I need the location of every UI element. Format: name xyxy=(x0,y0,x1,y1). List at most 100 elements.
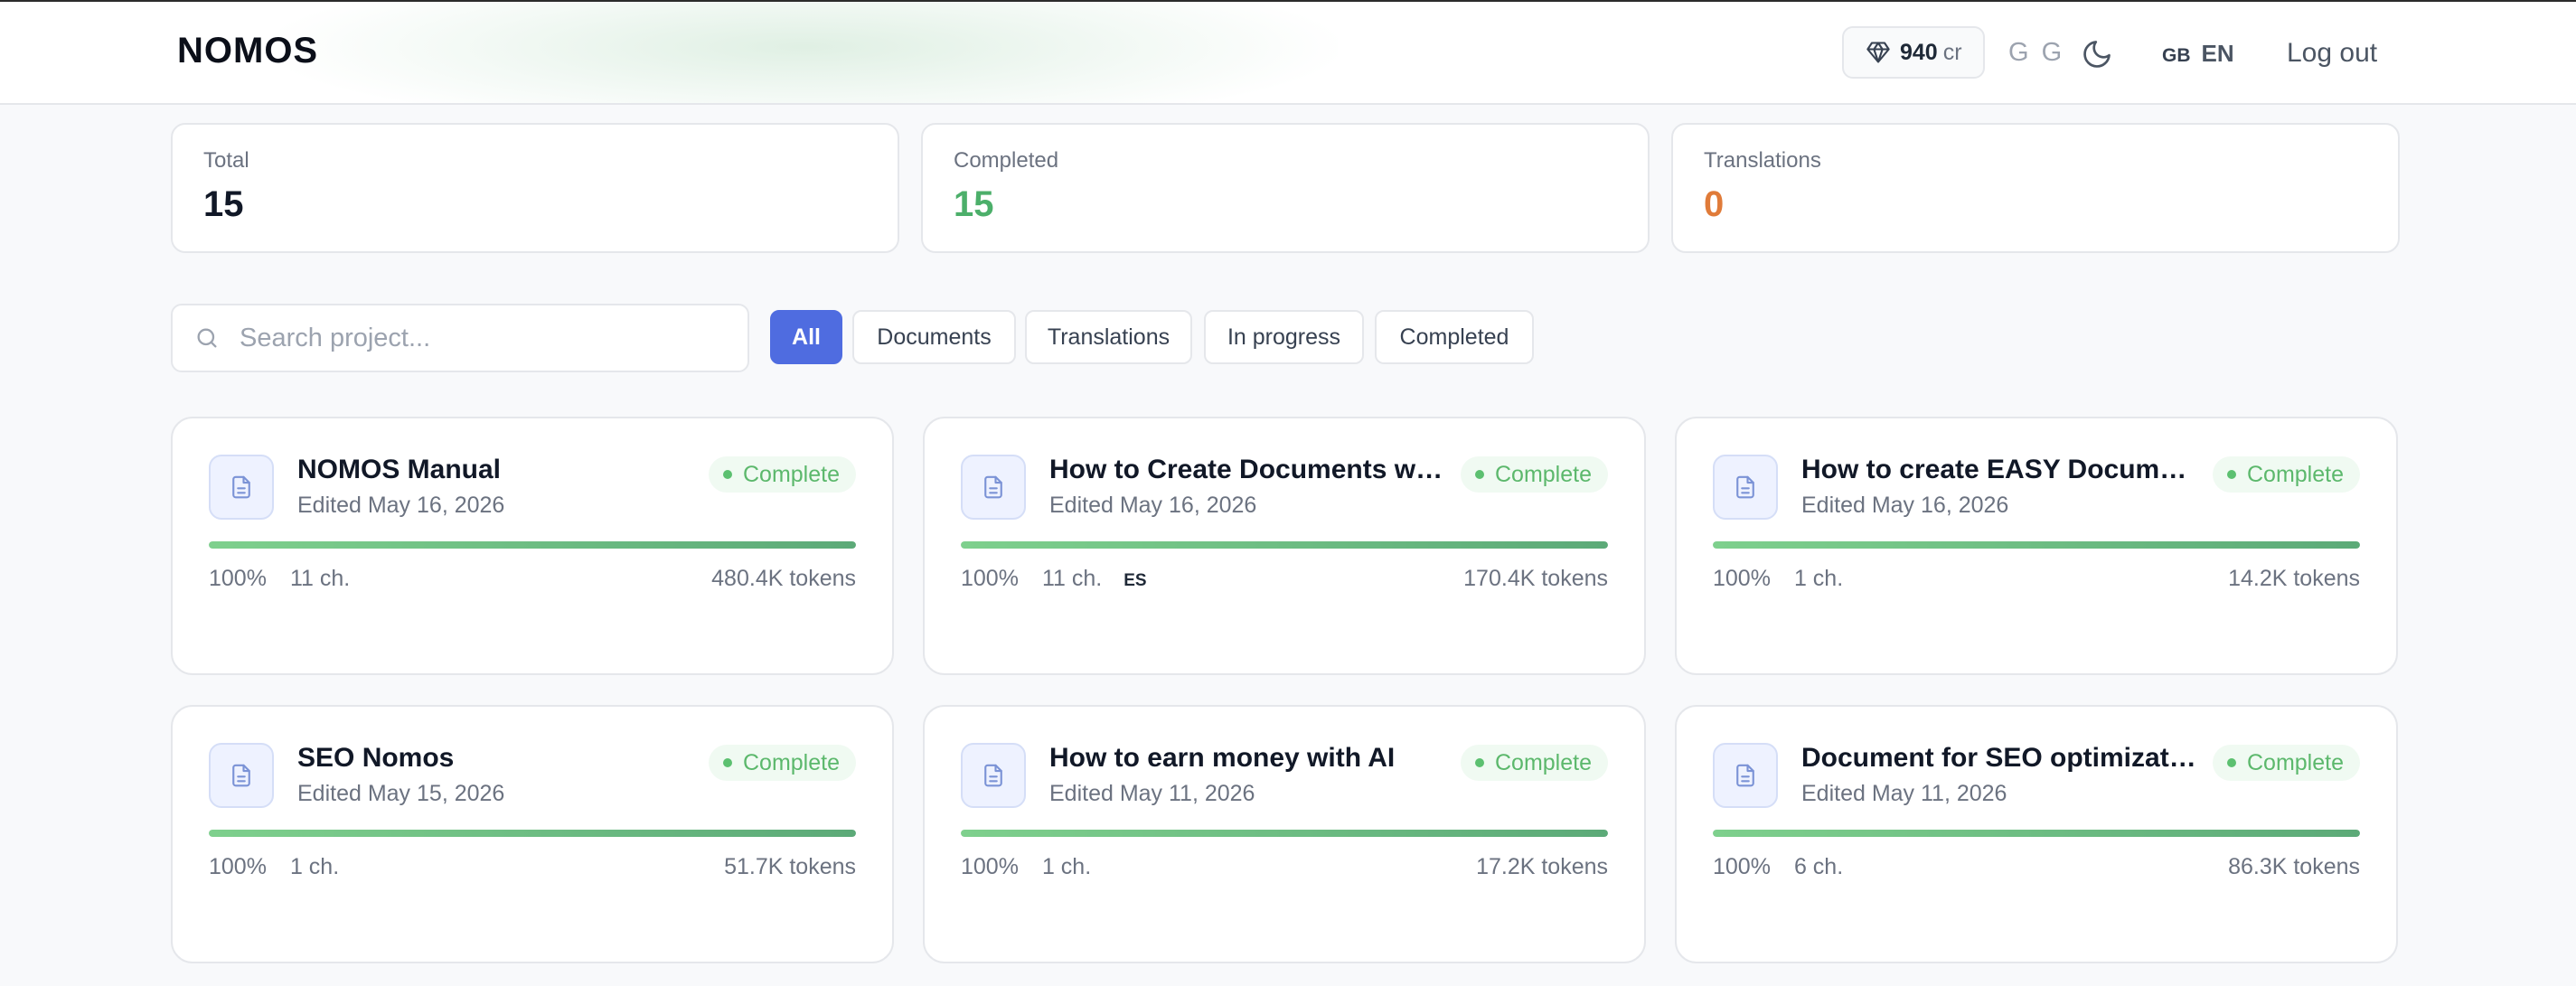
token-count: 86.3K tokens xyxy=(2228,854,2360,879)
progress-fill xyxy=(209,830,856,837)
progress-percent: 100% xyxy=(1713,566,1771,591)
token-count: 170.4K tokens xyxy=(1463,566,1608,591)
credits-value: 940 xyxy=(1900,39,1938,65)
filter-in-progress[interactable]: In progress xyxy=(1204,310,1364,364)
stat-label: Total xyxy=(203,148,249,173)
stat-card-translations: Translations 0 xyxy=(1671,123,2400,253)
project-title: How to create EASY Document... xyxy=(1801,455,2199,484)
token-count: 14.2K tokens xyxy=(2228,566,2360,591)
status-label: Complete xyxy=(2247,461,2344,487)
header-glow xyxy=(271,2,1338,103)
status-badge: Complete xyxy=(709,745,856,781)
document-icon xyxy=(961,455,1026,520)
status-label: Complete xyxy=(1495,749,1592,775)
flag-icon: GB xyxy=(2162,45,2191,66)
chapter-count: 1 ch. xyxy=(1041,854,1092,879)
status-label: Complete xyxy=(743,749,840,775)
project-edited-date: Edited May 16, 2026 xyxy=(1801,493,2009,518)
project-meta: 100% 1 ch. 51.7K tokens xyxy=(209,854,856,880)
search-box[interactable] xyxy=(171,304,749,372)
filter-documents[interactable]: Documents xyxy=(852,310,1016,364)
project-meta: 100% 1 ch. 14.2K tokens xyxy=(1713,566,2360,592)
search-icon xyxy=(197,328,217,348)
language-code: EN xyxy=(2201,40,2234,67)
project-edited-date: Edited May 16, 2026 xyxy=(1049,493,1257,518)
stat-value: 15 xyxy=(954,184,994,224)
status-label: Complete xyxy=(743,461,840,487)
status-badge: Complete xyxy=(709,456,856,493)
stat-card-total: Total 15 xyxy=(171,123,899,253)
stat-value: 15 xyxy=(203,184,244,224)
progress-percent: 100% xyxy=(961,854,1019,879)
project-meta: 100% 11 ch. ES 170.4K tokens xyxy=(961,566,1608,592)
status-dot xyxy=(2227,758,2236,767)
status-badge: Complete xyxy=(1461,456,1608,493)
project-edited-date: Edited May 15, 2026 xyxy=(297,781,505,806)
progress-bar xyxy=(961,541,1608,549)
top-header: NOMOS 940 cr G G GB EN Log out xyxy=(0,2,2576,105)
progress-fill xyxy=(209,541,856,549)
chapter-count: 11 ch. xyxy=(1041,566,1103,591)
project-title: How to Create Documents with... xyxy=(1049,455,1447,484)
filter-completed[interactable]: Completed xyxy=(1375,310,1534,364)
search-input[interactable] xyxy=(240,323,746,353)
chapter-count: 1 ch. xyxy=(289,854,340,879)
diamond-icon xyxy=(1866,42,1890,63)
stat-card-completed: Completed 15 xyxy=(921,123,1650,253)
app-logo[interactable]: NOMOS xyxy=(177,31,318,71)
credits-unit: cr xyxy=(1942,39,1962,65)
chapter-count: 1 ch. xyxy=(1793,566,1844,591)
progress-fill xyxy=(961,541,1608,549)
status-dot xyxy=(1475,470,1484,479)
document-icon xyxy=(1713,743,1778,808)
progress-bar xyxy=(961,830,1608,837)
token-count: 17.2K tokens xyxy=(1476,854,1608,879)
token-count: 51.7K tokens xyxy=(724,854,856,879)
status-dot xyxy=(723,758,732,767)
project-edited-date: Edited May 11, 2026 xyxy=(1801,781,2007,806)
project-card[interactable]: How to earn money with AI Edited May 11,… xyxy=(923,705,1646,963)
status-dot xyxy=(1475,758,1484,767)
stat-value: 0 xyxy=(1704,184,1725,224)
chapter-count: 11 ch. xyxy=(289,566,351,591)
document-icon xyxy=(209,455,274,520)
credits-badge[interactable]: 940 cr xyxy=(1842,26,1985,79)
logout-button[interactable]: Log out xyxy=(2287,38,2377,69)
project-edited-date: Edited May 16, 2026 xyxy=(297,493,505,518)
project-card[interactable]: Document for SEO optimization Edited May… xyxy=(1675,705,2398,963)
project-card[interactable]: How to Create Documents with... Edited M… xyxy=(923,417,1646,675)
moon-icon[interactable] xyxy=(2081,38,2113,70)
stat-label: Translations xyxy=(1704,148,1821,173)
project-card[interactable]: SEO Nomos Edited May 15, 2026 Complete 1… xyxy=(171,705,894,963)
progress-percent: 100% xyxy=(1713,854,1771,879)
user-initials[interactable]: G G xyxy=(2008,38,2064,68)
status-badge: Complete xyxy=(1461,745,1608,781)
progress-bar xyxy=(1713,830,2360,837)
stat-label: Completed xyxy=(954,148,1059,173)
status-label: Complete xyxy=(1495,461,1592,487)
status-dot xyxy=(723,470,732,479)
status-badge: Complete xyxy=(2213,456,2360,493)
project-meta: 100% 1 ch. 17.2K tokens xyxy=(961,854,1608,880)
document-icon xyxy=(961,743,1026,808)
progress-percent: 100% xyxy=(961,566,1019,591)
status-badge: Complete xyxy=(2213,745,2360,781)
language-tag: ES xyxy=(1123,571,1147,590)
progress-fill xyxy=(1713,541,2360,549)
status-dot xyxy=(2227,470,2236,479)
project-card[interactable]: NOMOS Manual Edited May 16, 2026 Complet… xyxy=(171,417,894,675)
progress-fill xyxy=(961,830,1608,837)
progress-bar xyxy=(209,541,856,549)
project-card[interactable]: How to create EASY Document... Edited Ma… xyxy=(1675,417,2398,675)
chapter-count: 6 ch. xyxy=(1793,854,1844,879)
progress-bar xyxy=(209,830,856,837)
progress-bar xyxy=(1713,541,2360,549)
filter-translations[interactable]: Translations xyxy=(1025,310,1192,364)
project-title: How to earn money with AI xyxy=(1049,743,1396,773)
project-title: NOMOS Manual xyxy=(297,455,502,484)
filter-all[interactable]: All xyxy=(770,310,842,364)
document-icon xyxy=(209,743,274,808)
progress-percent: 100% xyxy=(209,566,267,591)
project-meta: 100% 6 ch. 86.3K tokens xyxy=(1713,854,2360,880)
language-selector[interactable]: GB EN xyxy=(2162,40,2234,68)
